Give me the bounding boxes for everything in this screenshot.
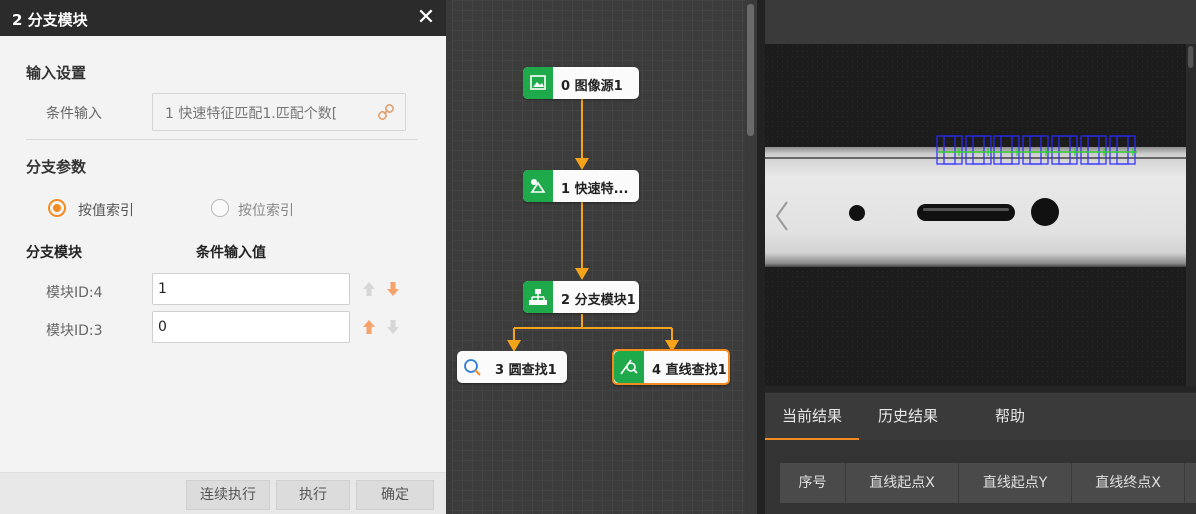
feature-match-icon [523, 170, 553, 202]
image-scrollbar[interactable] [1186, 44, 1196, 386]
column-header[interactable]: 直线终点X [1072, 463, 1185, 503]
module-3-value-input[interactable]: 0 [152, 311, 350, 343]
continuous-run-button[interactable]: 连续执行 [186, 480, 270, 510]
radio-by-bit-label[interactable]: 按位索引 [238, 200, 294, 220]
dialog-title: 2 分支模块 [12, 11, 88, 29]
module-row-label: 模块ID:3 [46, 323, 103, 339]
image-icon [523, 67, 553, 99]
tab-help[interactable]: 帮助 [963, 392, 1057, 440]
flow-node-branch-module[interactable]: 2 分支模块1 [523, 281, 639, 313]
ok-button[interactable]: 确定 [356, 480, 434, 510]
column-header[interactable]: 直线起点Y [959, 463, 1072, 503]
node-label: 4 直线查找1 [652, 363, 727, 378]
condition-value-column-header: 条件输入值 [196, 245, 266, 261]
run-button[interactable]: 执行 [276, 480, 350, 510]
image-overlay [775, 135, 1137, 231]
move-up-icon[interactable] [362, 281, 376, 297]
column-header[interactable]: 直线起点X [846, 463, 959, 503]
input-settings-heading: 输入设置 [26, 64, 87, 82]
flow-node-line-find[interactable]: 4 直线查找1 [612, 349, 730, 385]
radio-by-value[interactable] [48, 199, 66, 217]
move-down-icon[interactable] [386, 319, 400, 335]
node-label: 1 快速特... [561, 182, 629, 197]
image-scroll-thumb[interactable] [1188, 46, 1194, 68]
flow-node-feature-match[interactable]: 1 快速特... [523, 170, 639, 202]
tab-current-result[interactable]: 当前结果 [765, 392, 859, 440]
section-divider [26, 139, 418, 140]
radio-by-bit[interactable] [211, 199, 229, 217]
condition-input-field[interactable]: 1 快速特征匹配1.匹配个数[ [152, 93, 406, 131]
node-label: 2 分支模块1 [561, 293, 636, 308]
line-find-icon [614, 351, 644, 383]
flow-node-circle-find[interactable]: 3 圆查找1 [457, 351, 567, 383]
move-up-icon[interactable] [362, 319, 376, 335]
link-icon[interactable] [377, 103, 395, 121]
dialog-footer: 连续执行 执行 确定 [0, 472, 446, 514]
flow-node-image-source[interactable]: 0 图像源1 [523, 67, 639, 99]
branch-module-column-header: 分支模块 [26, 245, 82, 261]
branch-module-dialog: 2 分支模块 ✕ 输入设置 条件输入 1 快速特征匹配1.匹配个数[ 分支参数 … [0, 0, 446, 514]
branch-icon [523, 281, 553, 313]
tab-history-result[interactable]: 历史结果 [861, 392, 955, 440]
module-4-value-input[interactable]: 1 [152, 273, 350, 305]
radio-by-value-label[interactable]: 按值索引 [78, 200, 134, 220]
dialog-title-bar: 2 分支模块 ✕ [0, 0, 446, 36]
column-header[interactable]: 序号 [780, 463, 846, 503]
close-icon[interactable]: ✕ [414, 4, 438, 32]
move-down-icon[interactable] [386, 281, 400, 297]
module-row-label: 模块ID:4 [46, 285, 103, 301]
node-label: 3 圆查找1 [495, 363, 557, 378]
condition-input-label: 条件输入 [46, 106, 102, 122]
image-toolbar [765, 0, 1196, 44]
node-label: 0 图像源1 [561, 79, 623, 94]
prev-image-icon [775, 201, 788, 231]
condition-input-value: 1 快速特征匹配1.匹配个数[ [165, 106, 338, 122]
branch-params-heading: 分支参数 [26, 158, 87, 176]
panel-divider[interactable] [757, 0, 765, 514]
circle-find-icon [457, 351, 487, 383]
canvas-scroll-thumb[interactable] [747, 4, 754, 136]
